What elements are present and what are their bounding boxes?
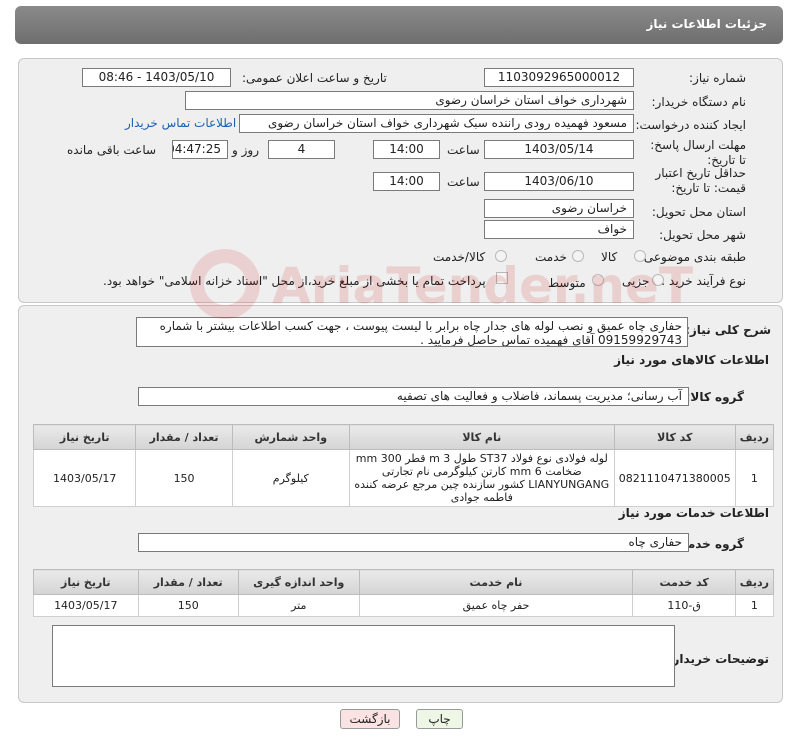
cell-name: حفر چاه عمیق [358, 594, 634, 617]
col-header-row: ردیف [734, 569, 775, 595]
payment-checkbox[interactable] [496, 272, 508, 284]
table-row: 1 ق-110 حفر چاه عمیق متر 150 1403/05/17 [33, 594, 775, 617]
services-section-title: اطلاعات خدمات مورد نیاز [618, 506, 769, 520]
process-label: نوع فرآیند خرید : [661, 274, 746, 288]
announce-field: 1403/05/10 - 08:46 [82, 68, 231, 87]
cell-name: لوله فولادی نوع فولاد ST37 طول 3 m قطر 3… [348, 449, 615, 507]
buyer-notes-label: توضیحات خریدار: [667, 652, 769, 666]
print-button[interactable]: چاپ [416, 709, 463, 729]
announce-label: تاریخ و ساعت اعلان عمومی: [242, 71, 387, 85]
table-row: 1 0821110471380005 لوله فولادی نوع فولاد… [32, 449, 775, 507]
remaining-time-field: 04:47:25 [172, 140, 228, 159]
need-number-label: شماره نیاز: [689, 71, 746, 85]
goods-table-header: ردیف کد کالا نام کالا واحد شمارش تعداد /… [32, 424, 775, 450]
cell-unit: متر [237, 594, 360, 617]
send-time-label: ساعت [447, 143, 480, 157]
buyer-org-label: نام دستگاه خریدار: [651, 95, 747, 109]
category-goods-service-label: کالا/خدمت [433, 250, 486, 264]
send-date-field: 1403/05/14 [484, 140, 634, 159]
category-radio-goods[interactable] [634, 250, 646, 262]
goods-group-label: گروه کالا: [685, 390, 744, 404]
services-table: ردیف کد خدمت نام خدمت واحد اندازه گیری ت… [33, 569, 775, 617]
col-header-unit: واحد اندازه گیری [237, 569, 360, 595]
cell-row: 1 [734, 449, 775, 507]
province-field: خراسان رضوی [484, 199, 634, 218]
col-header-code: کد کالا [613, 424, 736, 450]
goods-section-title: اطلاعات کالاهای مورد نیاز [614, 353, 769, 367]
process-radio-medium[interactable] [592, 274, 604, 286]
city-label: شهر محل تحویل: [659, 228, 746, 242]
validity-time-label: ساعت [447, 175, 480, 189]
process-medium-label: متوسط [548, 276, 586, 290]
col-header-unit: واحد شمارش [231, 424, 350, 450]
category-radio-goods-service[interactable] [495, 250, 507, 262]
buyer-org-field: شهرداری خواف استان خراسان رضوی [185, 91, 634, 110]
cell-qty: 150 [135, 449, 233, 507]
col-header-qty: تعداد / مقدار [137, 569, 239, 595]
days-field: 4 [268, 140, 335, 159]
city-field: خواف [484, 220, 634, 239]
payment-note: پرداخت تمام یا بخشی از مبلغ خرید،از محل … [103, 274, 486, 288]
validity-label: حداقل تاریخ اعتبار قیمت: تا تاریخ: [655, 166, 746, 195]
province-label: استان محل تحویل: [651, 205, 746, 219]
days-label: روز و [232, 143, 259, 157]
services-group-field: حفاری چاه [138, 533, 689, 552]
validity-date-field: 1403/06/10 [484, 172, 634, 191]
cell-code: 0821110471380005 [613, 449, 736, 507]
buyer-contact-link[interactable]: اطلاعات تماس خریدار [125, 116, 236, 130]
send-time-field: 14:00 [373, 140, 440, 159]
send-deadline-label: مهلت ارسال پاسخ: تا تاریخ: [650, 138, 746, 167]
col-header-date: تاریخ نیاز [33, 569, 139, 595]
remaining-label: ساعت باقی مانده [67, 143, 157, 157]
process-radio-minor[interactable] [652, 274, 664, 286]
col-header-name: نام کالا [348, 424, 615, 450]
category-radio-service[interactable] [572, 250, 584, 262]
col-header-date: تاریخ نیاز [32, 424, 137, 450]
category-label: طبقه بندی موضوعی: [639, 250, 746, 264]
col-header-row: ردیف [734, 424, 775, 450]
validity-time-field: 14:00 [373, 172, 440, 191]
cell-unit: کیلوگرم [231, 449, 350, 507]
requester-field: مسعود فهمیده رودی راننده سبک شهرداری خوا… [239, 114, 634, 133]
col-header-name: نام خدمت [358, 569, 634, 595]
cell-row: 1 [734, 594, 775, 617]
category-service-label: خدمت [535, 250, 567, 264]
goods-group-field: آب رسانی؛ مدیریت پسماند، فاضلاب و فعالیت… [138, 387, 689, 406]
goods-table-wrap: ردیف کد کالا نام کالا واحد شمارش تعداد /… [32, 424, 775, 507]
requester-label: ایجاد کننده درخواست: [635, 118, 746, 132]
cell-code: ق-110 [632, 594, 736, 617]
services-table-header: ردیف کد خدمت نام خدمت واحد اندازه گیری ت… [33, 569, 775, 595]
cell-qty: 150 [137, 594, 239, 617]
cell-date: 1403/05/17 [33, 594, 139, 617]
col-header-code: کد خدمت [632, 569, 736, 595]
description-box: حفاری چاه عمیق و نصب لوله های جدار چاه ب… [136, 317, 688, 347]
col-header-qty: تعداد / مقدار [135, 424, 233, 450]
page-header: جزئیات اطلاعات نیاز [15, 6, 783, 44]
services-table-wrap: ردیف کد خدمت نام خدمت واحد اندازه گیری ت… [33, 569, 775, 617]
process-minor-label: جزیی [622, 274, 650, 288]
category-goods-label: کالا [601, 250, 618, 264]
goods-table: ردیف کد کالا نام کالا واحد شمارش تعداد /… [32, 424, 775, 507]
need-number-field: 1103092965000012 [484, 68, 634, 87]
page-title: جزئیات اطلاعات نیاز [646, 17, 767, 31]
buyer-notes-box [52, 625, 675, 687]
back-button[interactable]: بازگشت [340, 709, 400, 729]
description-label: شرح کلی نیاز: [685, 323, 771, 337]
cell-date: 1403/05/17 [32, 449, 137, 507]
